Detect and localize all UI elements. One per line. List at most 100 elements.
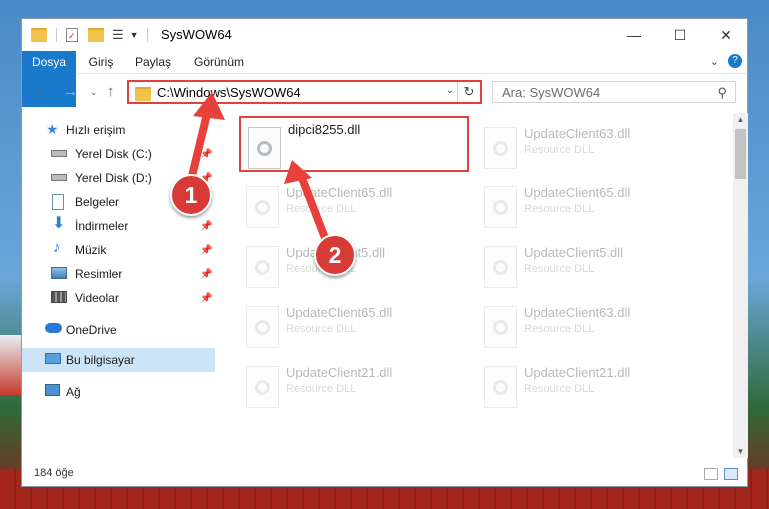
- quick-access-toolbar: ✓ ☰ ▼: [31, 26, 148, 44]
- file-name: UpdateClient63.dll: [524, 305, 631, 320]
- pin-icon[interactable]: 📌: [200, 221, 212, 232]
- pictures-icon: [51, 267, 67, 279]
- expand-ribbon-icon[interactable]: ⌄: [710, 55, 719, 68]
- dll-file-icon: [246, 186, 279, 228]
- callout-step-1: 1: [170, 174, 212, 216]
- file-item[interactable]: UpdateClient65.dll Resource DLL: [239, 177, 469, 233]
- new-folder-icon[interactable]: [88, 28, 104, 42]
- chevron-down-icon[interactable]: ▼: [130, 30, 139, 40]
- sidebar-item-drive-c[interactable]: Yerel Disk (C:) 📌: [22, 142, 215, 166]
- file-item[interactable]: UpdateClient65.dll Resource DLL: [477, 177, 707, 233]
- navigation-bar: ← → ⌄ ↑ C:\Windows\SysWOW64 ⌄ ↻ Ara: Sys…: [22, 74, 747, 110]
- sidebar-item-label: İndirmeler: [75, 219, 129, 233]
- sidebar-item-network[interactable]: Ağ: [22, 380, 215, 404]
- dll-file-icon: [484, 186, 517, 228]
- toolbar-divider: [56, 28, 57, 42]
- file-item[interactable]: UpdateClient21.dll Resource DLL: [239, 357, 469, 413]
- file-description: Resource DLL: [286, 203, 357, 215]
- file-description: Resource DLL: [524, 323, 595, 335]
- sidebar-item-label: Yerel Disk (C:): [75, 147, 152, 161]
- cloud-icon: [45, 323, 62, 333]
- address-bar[interactable]: C:\Windows\SysWOW64 ⌄ ↻: [127, 80, 482, 104]
- toolbar-divider: [146, 28, 148, 42]
- file-item[interactable]: UpdateClient63.dll Resource DLL: [477, 118, 707, 174]
- properties-icon[interactable]: ✓: [66, 28, 78, 42]
- tab-share[interactable]: Paylaş: [128, 51, 178, 73]
- dll-file-icon: [248, 127, 281, 169]
- dll-file-icon: [484, 306, 517, 348]
- dll-file-icon: [246, 366, 279, 408]
- scroll-up-icon[interactable]: ▲: [733, 115, 748, 124]
- file-item[interactable]: UpdateClient63.dll Resource DLL: [477, 297, 707, 353]
- pin-icon[interactable]: 📌: [200, 269, 212, 280]
- back-arrow-icon[interactable]: ←: [34, 83, 49, 100]
- pin-icon[interactable]: 📌: [200, 293, 212, 304]
- close-button[interactable]: ✕: [703, 19, 749, 51]
- dll-file-icon: [484, 366, 517, 408]
- videos-icon: [51, 291, 67, 303]
- address-path[interactable]: C:\Windows\SysWOW64: [157, 85, 301, 100]
- status-bar: 184 öğe: [22, 462, 747, 486]
- search-placeholder[interactable]: Ara: SysWOW64: [502, 85, 600, 100]
- network-icon: [45, 384, 60, 396]
- sidebar-item-this-pc[interactable]: Bu bilgisayar: [22, 348, 215, 372]
- sidebar-item-label: Videolar: [75, 291, 119, 305]
- search-input[interactable]: Ara: SysWOW64 ⚲: [492, 81, 736, 103]
- scrollbar-thumb[interactable]: [735, 129, 746, 179]
- star-icon: ★: [46, 121, 59, 137]
- file-description: Resource DLL: [286, 323, 357, 335]
- title-bar: ✓ ☰ ▼ SysWOW64 — ☐ ✕: [22, 19, 747, 51]
- file-description: Resource DLL: [524, 263, 595, 275]
- file-item[interactable]: UpdateClient65.dll Resource DLL: [239, 297, 469, 353]
- sidebar-item-label: Müzik: [75, 243, 107, 257]
- item-count: 184 öğe: [34, 467, 74, 479]
- forward-arrow-icon[interactable]: →: [63, 83, 78, 100]
- dll-file-icon: [484, 127, 517, 169]
- dll-file-icon: [484, 246, 517, 288]
- file-item[interactable]: UpdateClient21.dll Resource DLL: [477, 357, 707, 413]
- large-icons-view-icon[interactable]: [724, 468, 738, 480]
- file-name: UpdateClient63.dll: [524, 126, 631, 141]
- recent-locations-icon[interactable]: ⌄: [90, 87, 98, 98]
- window-title: SysWOW64: [161, 27, 232, 42]
- sidebar-item-onedrive[interactable]: OneDrive: [22, 318, 215, 342]
- computer-icon: [45, 353, 61, 364]
- file-name: UpdateClient21.dll: [286, 365, 393, 380]
- folder-icon: [31, 28, 47, 42]
- file-item[interactable]: UpdateClient5.dll Resource DLL: [477, 237, 707, 293]
- pin-icon[interactable]: 📌: [200, 245, 212, 256]
- minimize-button[interactable]: —: [611, 19, 657, 51]
- chevron-down-icon[interactable]: ⌄: [446, 85, 454, 96]
- up-arrow-icon[interactable]: ↑: [107, 83, 115, 100]
- sidebar-item-label: OneDrive: [66, 323, 117, 337]
- file-name: dipci8255.dll: [288, 122, 361, 137]
- ribbon: Dosya Giriş Paylaş Görünüm ⌄ ?: [22, 51, 747, 107]
- sidebar-item-label: Ağ: [66, 385, 81, 399]
- sidebar-item-downloads[interactable]: ⬇ İndirmeler 📌: [22, 214, 215, 238]
- dll-file-icon: [246, 246, 279, 288]
- sidebar-item-pictures[interactable]: Resimler 📌: [22, 262, 215, 286]
- drive-icon: [51, 150, 67, 157]
- scroll-down-icon[interactable]: ▼: [733, 447, 748, 456]
- sidebar-item-label: Bu bilgisayar: [66, 353, 135, 367]
- search-icon[interactable]: ⚲: [717, 85, 727, 101]
- file-description: Resource DLL: [524, 383, 595, 395]
- sidebar-item-quick-access[interactable]: ★ Hızlı erişim: [22, 118, 215, 142]
- vertical-scrollbar[interactable]: ▲ ▼: [733, 113, 748, 458]
- refresh-icon[interactable]: ↻: [457, 82, 480, 102]
- sidebar-item-music[interactable]: ♪ Müzik 📌: [22, 238, 215, 262]
- help-icon[interactable]: ?: [728, 54, 742, 68]
- details-view-icon[interactable]: [704, 468, 718, 480]
- background-roof: [0, 335, 22, 395]
- file-item-selected[interactable]: dipci8255.dll: [239, 116, 469, 172]
- navigation-pane: ★ Hızlı erişim Yerel Disk (C:) 📌 Yerel D…: [22, 114, 215, 459]
- drive-icon: [51, 174, 67, 181]
- file-list: dipci8255.dll UpdateClient63.dll Resourc…: [222, 111, 732, 461]
- tab-view[interactable]: Görünüm: [184, 51, 254, 73]
- tab-home[interactable]: Giriş: [80, 51, 122, 73]
- maximize-button[interactable]: ☐: [657, 19, 703, 51]
- customize-qa-icon[interactable]: ☰: [112, 27, 124, 43]
- sidebar-item-videos[interactable]: Videolar 📌: [22, 286, 215, 310]
- pin-icon[interactable]: 📌: [200, 149, 212, 160]
- file-description: Resource DLL: [524, 144, 595, 156]
